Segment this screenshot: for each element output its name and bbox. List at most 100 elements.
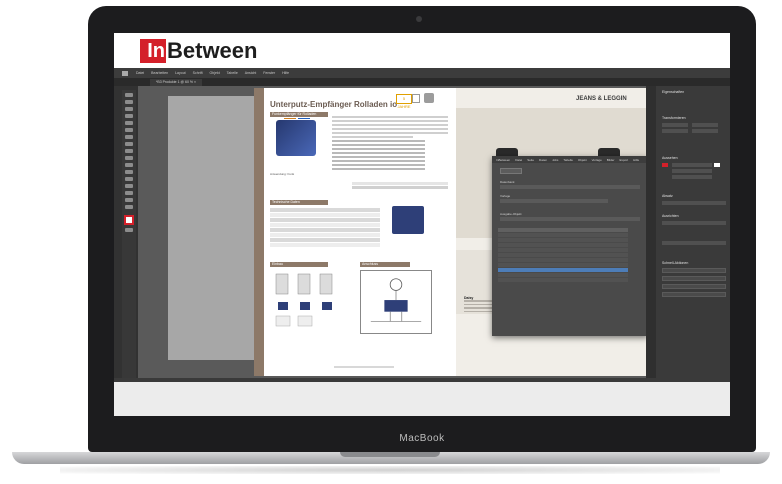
indesign-window: Datei Bearbeiten Layout Schrift Objekt T… bbox=[114, 68, 730, 378]
menu-item-bearbeiten[interactable]: Bearbeiten bbox=[151, 71, 168, 75]
scissors-tool-icon[interactable] bbox=[125, 163, 133, 167]
rectangle-frame-tool-icon[interactable] bbox=[125, 149, 133, 153]
table-row-selected[interactable] bbox=[498, 268, 628, 272]
warranty-badge: 5 JAHRE bbox=[396, 94, 412, 109]
section-heading-tech: Technische Daten bbox=[270, 200, 328, 205]
plugin-tab-hilfe[interactable]: Hilfe bbox=[633, 158, 639, 162]
plugin-tab-vorlage[interactable]: Vorlage bbox=[592, 158, 602, 162]
eyedropper-tool-icon[interactable] bbox=[125, 191, 133, 195]
view-mode-icon[interactable] bbox=[125, 228, 133, 232]
menu-item-tabelle[interactable]: Tabelle bbox=[227, 71, 238, 75]
selection-tool-icon[interactable] bbox=[125, 93, 133, 97]
status-bar bbox=[114, 378, 730, 382]
table-row[interactable] bbox=[498, 243, 628, 247]
laptop-lid: In Between Datei Bearbeiten Layout Schri… bbox=[88, 6, 756, 452]
menu-bar: Datei Bearbeiten Layout Schrift Objekt T… bbox=[114, 68, 730, 78]
menu-item-hilfe[interactable]: Hilfe bbox=[282, 71, 289, 75]
distribute-buttons[interactable] bbox=[662, 241, 726, 245]
menu-item-ansicht[interactable]: Ansicht bbox=[245, 71, 256, 75]
w-field[interactable] bbox=[692, 123, 718, 127]
plugin-tab-datei[interactable]: Datei bbox=[515, 158, 522, 162]
table-row[interactable] bbox=[498, 273, 628, 277]
table-row[interactable] bbox=[498, 248, 628, 252]
menu-item-layout[interactable]: Layout bbox=[175, 71, 186, 75]
load-button[interactable] bbox=[500, 168, 522, 174]
vorlage-label: Vorlage bbox=[500, 194, 511, 198]
y-field[interactable] bbox=[662, 129, 688, 133]
x-field[interactable] bbox=[662, 123, 688, 127]
table-row[interactable] bbox=[498, 263, 628, 267]
plugin-tab-daten[interactable]: Daten bbox=[539, 158, 547, 162]
table-row[interactable] bbox=[498, 278, 628, 282]
plugin-tab-inbetween[interactable]: InBetween bbox=[496, 158, 510, 162]
wire-blue bbox=[298, 118, 310, 119]
plugin-tab-tabelle[interactable]: Tabelle bbox=[563, 158, 573, 162]
rectangle-tool-icon[interactable] bbox=[125, 156, 133, 160]
align-buttons[interactable] bbox=[662, 221, 726, 225]
plugin-tab-export[interactable]: Export bbox=[619, 158, 628, 162]
gradient-tool-icon[interactable] bbox=[125, 177, 133, 181]
table-row[interactable] bbox=[498, 253, 628, 257]
page-tool-icon[interactable] bbox=[125, 107, 133, 111]
device-label: MacBook bbox=[399, 433, 445, 444]
plugin-tab-bar: InBetween Datei Seite Daten Jobs Tabelle… bbox=[492, 156, 648, 163]
article-table bbox=[352, 182, 448, 190]
fill-field[interactable] bbox=[672, 163, 712, 167]
quick-action-button-3[interactable] bbox=[662, 284, 726, 289]
fill-swatch-icon[interactable] bbox=[662, 163, 668, 167]
section-heading-funk: Funkempfänger für Rolladen bbox=[270, 112, 328, 117]
laptop-shadow bbox=[60, 466, 720, 474]
vorlage-select[interactable] bbox=[500, 199, 608, 203]
h-field[interactable] bbox=[692, 129, 718, 133]
line-tool-icon[interactable] bbox=[125, 128, 133, 132]
product-image-small bbox=[392, 206, 424, 234]
previous-page bbox=[168, 96, 258, 360]
direct-selection-tool-icon[interactable] bbox=[125, 100, 133, 104]
note-tool-icon[interactable] bbox=[125, 184, 133, 188]
stroke-swatch-icon[interactable] bbox=[714, 163, 720, 167]
actions-section-title: Schnell-Aktionen bbox=[662, 261, 689, 265]
menu-item-datei[interactable]: Datei bbox=[136, 71, 144, 75]
quick-action-button-2[interactable] bbox=[662, 276, 726, 281]
appearance-section-title: Aussehen bbox=[662, 156, 678, 160]
laptop-notch bbox=[340, 452, 440, 457]
quick-action-button-1[interactable] bbox=[662, 268, 726, 273]
plugin-tab-jobs[interactable]: Jobs bbox=[552, 158, 558, 162]
gap-tool-icon[interactable] bbox=[125, 114, 133, 118]
fill-stroke-icon[interactable] bbox=[124, 215, 134, 225]
quick-action-button-4[interactable] bbox=[662, 292, 726, 297]
align-section-title: Ausrichten bbox=[662, 214, 679, 218]
screen-bottom-area bbox=[114, 378, 730, 416]
home-icon[interactable] bbox=[122, 70, 128, 76]
results-filter[interactable] bbox=[500, 217, 640, 221]
plugin-tab-bilder[interactable]: Bilder bbox=[607, 158, 615, 162]
datenbank-select[interactable] bbox=[500, 185, 640, 189]
panel-icon-strip bbox=[646, 86, 656, 378]
zoom-tool-icon[interactable] bbox=[125, 205, 133, 209]
catalog-header: JEANS & LEGGIN bbox=[576, 96, 627, 102]
hand-tool-icon[interactable] bbox=[125, 198, 133, 202]
table-row[interactable] bbox=[498, 233, 628, 237]
table-row[interactable] bbox=[498, 258, 628, 262]
menu-item-fenster[interactable]: Fenster bbox=[263, 71, 275, 75]
menu-item-schrift[interactable]: Schrift bbox=[193, 71, 203, 75]
page-footer bbox=[334, 366, 394, 368]
results-label: Ausgabe-Objekt bbox=[500, 212, 522, 216]
text-align-buttons[interactable] bbox=[662, 201, 726, 205]
menu-item-objekt[interactable]: Objekt bbox=[210, 71, 220, 75]
pencil-tool-icon[interactable] bbox=[125, 142, 133, 146]
table-row[interactable] bbox=[498, 238, 628, 242]
pen-tool-icon[interactable] bbox=[125, 135, 133, 139]
properties-title: Eigenschaften bbox=[662, 90, 685, 94]
stroke-field[interactable] bbox=[672, 169, 712, 173]
section-heading-anschluss: Anschluss bbox=[360, 262, 410, 267]
opacity-field[interactable] bbox=[672, 175, 712, 179]
installation-diagram bbox=[275, 273, 333, 327]
left-page[interactable]: Unterputz-Empfänger Rolladen io 5 JAHRE … bbox=[254, 88, 456, 376]
plugin-tab-objekt[interactable]: Objekt bbox=[578, 158, 587, 162]
transform-tool-icon[interactable] bbox=[125, 170, 133, 174]
type-tool-icon[interactable] bbox=[125, 121, 133, 125]
plugin-tab-seite[interactable]: Seite bbox=[527, 158, 534, 162]
document-tab[interactable]: *B3 Produkte 1 @ 60 % × bbox=[150, 79, 203, 86]
page-side-bar bbox=[254, 88, 264, 376]
